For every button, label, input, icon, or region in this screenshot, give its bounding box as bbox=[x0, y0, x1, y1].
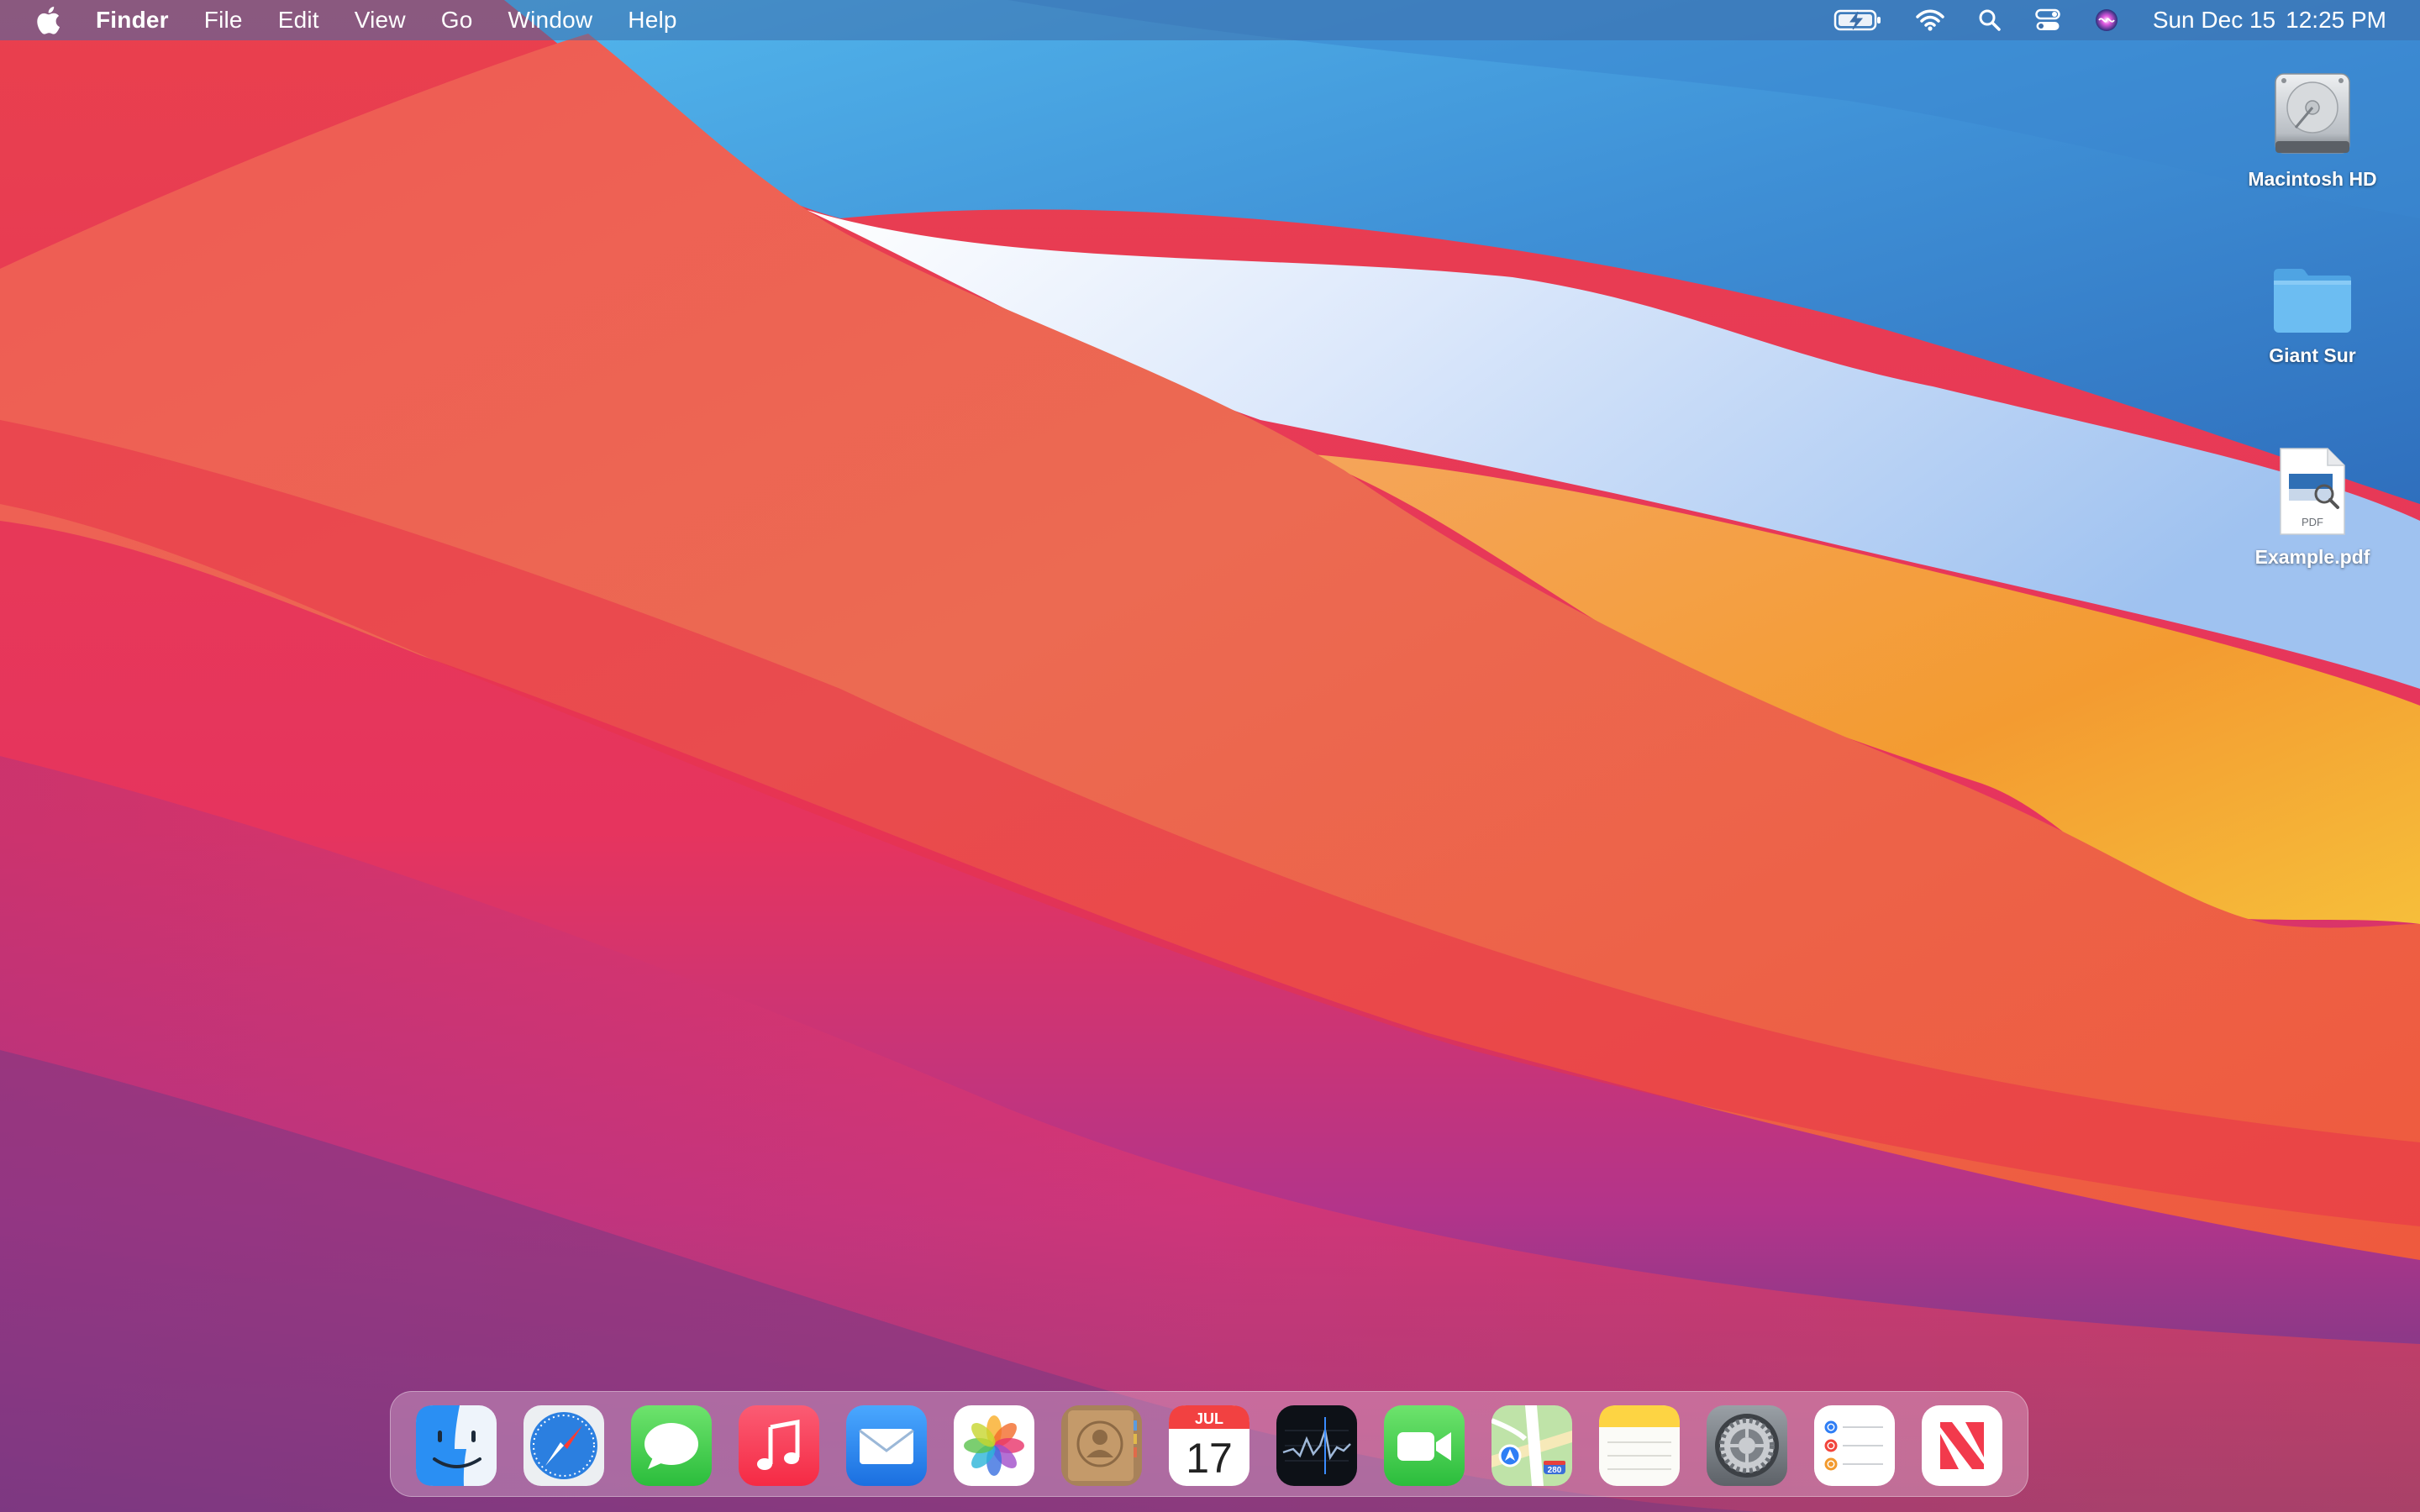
desktop-icon-label: Giant Sur bbox=[2269, 344, 2356, 366]
desktop-icon-label: Macintosh HD bbox=[2248, 168, 2377, 190]
dock-app-music[interactable] bbox=[739, 1405, 819, 1486]
menu-bar: Finder File Edit View Go Window Help Sun… bbox=[0, 0, 2420, 40]
dock-app-news[interactable] bbox=[1922, 1405, 2002, 1486]
mail-icon bbox=[846, 1405, 927, 1486]
pdf-badge: PDF bbox=[2302, 516, 2323, 528]
menu-go[interactable]: Go bbox=[441, 7, 473, 34]
menu-finder[interactable]: Finder bbox=[96, 7, 169, 34]
dock: JUL 17 280 bbox=[390, 1391, 2028, 1497]
dock-app-messages[interactable] bbox=[631, 1405, 712, 1486]
menu-view[interactable]: View bbox=[355, 7, 406, 34]
battery-charging-icon[interactable] bbox=[1833, 0, 1882, 40]
desktop[interactable]: Finder File Edit View Go Window Help Sun… bbox=[0, 0, 2420, 1512]
wallpaper bbox=[0, 0, 2420, 1512]
dock-app-notes[interactable] bbox=[1599, 1405, 1680, 1486]
maps-icon: 280 bbox=[1491, 1405, 1572, 1486]
apple-menu-icon[interactable] bbox=[34, 3, 62, 37]
maps-badge: 280 bbox=[1548, 1466, 1562, 1475]
calendar-day: 17 bbox=[1186, 1435, 1233, 1482]
photos-icon bbox=[954, 1405, 1034, 1486]
menu-window[interactable]: Window bbox=[508, 7, 593, 34]
finder-icon bbox=[416, 1405, 497, 1486]
hard-drive-icon bbox=[2275, 73, 2350, 154]
system-preferences-icon bbox=[1707, 1405, 1787, 1486]
calendar-month: JUL bbox=[1195, 1410, 1223, 1427]
dock-app-maps[interactable]: 280 bbox=[1491, 1405, 1572, 1486]
dock-app-calendar[interactable]: JUL 17 bbox=[1169, 1405, 1249, 1486]
music-icon bbox=[739, 1405, 819, 1486]
desktop-icon-example-pdf[interactable]: PDF Example.pdf bbox=[2212, 445, 2413, 569]
desktop-icon-macintosh-hd[interactable]: Macintosh HD bbox=[2212, 71, 2413, 191]
spotlight-search-icon[interactable] bbox=[1978, 0, 2002, 40]
calendar-icon: JUL 17 bbox=[1169, 1405, 1249, 1486]
desktop-icon-giant-sur[interactable]: Giant Sur bbox=[2212, 265, 2413, 367]
dock-app-system-preferences[interactable] bbox=[1707, 1405, 1787, 1486]
menu-edit[interactable]: Edit bbox=[278, 7, 319, 34]
facetime-icon bbox=[1384, 1405, 1465, 1486]
dock-app-facetime[interactable] bbox=[1384, 1405, 1465, 1486]
dock-app-finder[interactable] bbox=[416, 1405, 497, 1486]
menu-help[interactable]: Help bbox=[628, 7, 676, 34]
news-icon bbox=[1922, 1405, 2002, 1486]
menu-bar-status-area: Sun Dec 15 12:25 PM bbox=[1800, 0, 2386, 40]
dock-app-stocks[interactable] bbox=[1276, 1405, 1357, 1486]
dock-app-photos[interactable] bbox=[954, 1405, 1034, 1486]
folder-icon bbox=[2274, 269, 2351, 333]
siri-icon[interactable] bbox=[2094, 0, 2119, 40]
stocks-icon bbox=[1276, 1405, 1357, 1486]
desktop-icon-label: Example.pdf bbox=[2254, 546, 2370, 568]
menu-bar-clock[interactable]: Sun Dec 15 12:25 PM bbox=[2153, 7, 2386, 34]
contacts-icon bbox=[1061, 1405, 1142, 1486]
reminders-icon bbox=[1814, 1405, 1895, 1486]
pdf-document-icon: PDF bbox=[2280, 448, 2345, 535]
dock-app-mail[interactable] bbox=[846, 1405, 927, 1486]
control-center-icon[interactable] bbox=[2035, 0, 2060, 40]
messages-icon bbox=[631, 1405, 712, 1486]
wifi-icon[interactable] bbox=[1916, 0, 1944, 40]
dock-app-safari[interactable] bbox=[523, 1405, 604, 1486]
menu-file[interactable]: File bbox=[204, 7, 243, 34]
clock-date: Sun Dec 15 bbox=[2152, 7, 2276, 33]
safari-icon bbox=[523, 1405, 604, 1486]
dock-app-reminders[interactable] bbox=[1814, 1405, 1895, 1486]
notes-icon bbox=[1599, 1405, 1680, 1486]
dock-app-contacts[interactable] bbox=[1061, 1405, 1142, 1486]
clock-time: 12:25 PM bbox=[2286, 7, 2386, 33]
